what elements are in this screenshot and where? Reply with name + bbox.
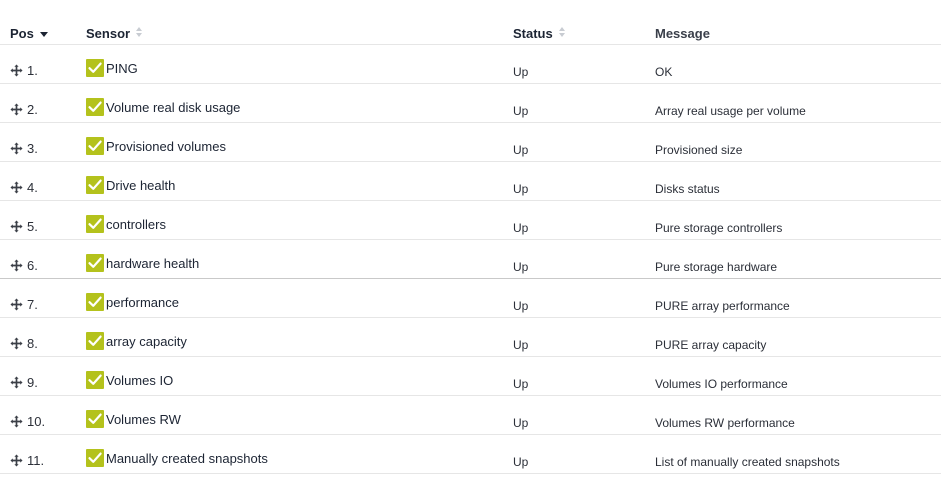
- table-row[interactable]: 11. Manually created snapshots Up List of m…: [0, 435, 941, 474]
- status-ok-check-icon: [86, 59, 104, 77]
- table-row[interactable]: 1. PING Up OK: [0, 45, 941, 84]
- row-position: 1.: [27, 63, 38, 78]
- sensor-name-link[interactable]: Drive health: [106, 178, 175, 193]
- sensor-name-link[interactable]: Volumes RW: [106, 412, 181, 427]
- sensor-message: OK: [655, 65, 673, 79]
- sensor-message: Array real usage per volume: [655, 104, 806, 118]
- sensor-message: Pure storage hardware: [655, 260, 778, 274]
- sensor-status: Up: [513, 143, 529, 157]
- sensor-name-link[interactable]: array capacity: [106, 334, 187, 349]
- drag-handle-icon[interactable]: [10, 415, 23, 428]
- sensor-table: Pos Sensor Status Message 1. PING Up OK 2. Vo…: [0, 0, 941, 474]
- table-row[interactable]: 4. Drive health Up Disks status: [0, 162, 941, 201]
- sensor-message: Pure storage controllers: [655, 221, 783, 235]
- sensor-name-link[interactable]: Manually created snapshots: [106, 451, 268, 466]
- drag-handle-icon[interactable]: [10, 259, 23, 272]
- drag-handle-icon[interactable]: [10, 454, 23, 467]
- drag-handle-icon[interactable]: [10, 181, 23, 194]
- status-ok-check-icon: [86, 449, 104, 467]
- table-row[interactable]: 2. Volume real disk usage Up Array real usa…: [0, 84, 941, 123]
- row-position: 7.: [27, 297, 38, 312]
- sensor-status: Up: [513, 221, 529, 235]
- drag-handle-icon[interactable]: [10, 376, 23, 389]
- sensor-message: PURE array capacity: [655, 338, 767, 352]
- sensor-status: Up: [513, 260, 529, 274]
- row-position: 8.: [27, 336, 38, 351]
- status-ok-check-icon: [86, 293, 104, 311]
- table-body: 1. PING Up OK 2. Volume real disk usage Up Arra…: [0, 45, 941, 474]
- drag-handle-icon[interactable]: [10, 142, 23, 155]
- drag-handle-icon[interactable]: [10, 64, 23, 77]
- table-row[interactable]: 9. Volumes IO Up Volumes IO performance: [0, 357, 941, 396]
- sensor-name-link[interactable]: Volume real disk usage: [106, 100, 240, 115]
- sort-icon: [558, 27, 565, 37]
- sensor-status: Up: [513, 377, 529, 391]
- sensor-status: Up: [513, 338, 529, 352]
- table-row[interactable]: 10. Volumes RW Up Volumes RW performance: [0, 396, 941, 435]
- status-ok-check-icon: [86, 254, 104, 272]
- sensor-message: PURE array performance: [655, 299, 790, 313]
- sensor-message: List of manually created snapshots: [655, 455, 840, 469]
- sensor-status: Up: [513, 65, 529, 79]
- table-row[interactable]: 3. Provisioned volumes Up Provisioned size: [0, 123, 941, 162]
- status-ok-check-icon: [86, 215, 104, 233]
- row-position: 9.: [27, 375, 38, 390]
- sensor-status: Up: [513, 455, 529, 469]
- drag-handle-icon[interactable]: [10, 298, 23, 311]
- column-header-label: Pos: [10, 26, 34, 41]
- column-header-label: Status: [513, 26, 553, 41]
- table-row[interactable]: 7. performance Up PURE array performance: [0, 279, 941, 318]
- sensor-name-link[interactable]: hardware health: [106, 256, 199, 271]
- column-header-pos[interactable]: Pos: [10, 26, 48, 41]
- status-ok-check-icon: [86, 410, 104, 428]
- sensor-status: Up: [513, 299, 529, 313]
- table-row[interactable]: 6. hardware health Up Pure storage hardware: [0, 240, 941, 279]
- status-ok-check-icon: [86, 371, 104, 389]
- table-header: Pos Sensor Status Message: [0, 0, 941, 45]
- sensor-name-link[interactable]: performance: [106, 295, 179, 310]
- row-position: 10.: [27, 414, 46, 429]
- sort-icon: [136, 27, 143, 37]
- status-ok-check-icon: [86, 98, 104, 116]
- sensor-message: Disks status: [655, 182, 720, 196]
- sensor-name-link[interactable]: PING: [106, 61, 138, 76]
- row-position: 3.: [27, 141, 38, 156]
- status-ok-check-icon: [86, 332, 104, 350]
- column-header-label: Message: [655, 26, 710, 41]
- drag-handle-icon[interactable]: [10, 337, 23, 350]
- sensor-message: Volumes IO performance: [655, 377, 788, 391]
- column-header-message: Message: [655, 26, 710, 41]
- row-position: 2.: [27, 102, 38, 117]
- sensor-message: Volumes RW performance: [655, 416, 795, 430]
- column-header-label: Sensor: [86, 26, 131, 41]
- row-position: 5.: [27, 219, 38, 234]
- sensor-name-link[interactable]: Provisioned volumes: [106, 139, 226, 154]
- row-position: 11.: [27, 453, 45, 468]
- status-ok-check-icon: [86, 137, 104, 155]
- row-position: 4.: [27, 180, 38, 195]
- sensor-name-link[interactable]: controllers: [106, 217, 166, 232]
- drag-handle-icon[interactable]: [10, 220, 23, 233]
- sensor-status: Up: [513, 182, 529, 196]
- drag-handle-icon[interactable]: [10, 103, 23, 116]
- status-ok-check-icon: [86, 176, 104, 194]
- column-header-sensor[interactable]: Sensor: [86, 26, 143, 41]
- column-header-status[interactable]: Status: [513, 26, 565, 41]
- table-row[interactable]: 8. array capacity Up PURE array capacity: [0, 318, 941, 357]
- sensor-status: Up: [513, 416, 529, 430]
- sensor-message: Provisioned size: [655, 143, 743, 157]
- sort-descending-icon: [39, 31, 48, 37]
- table-row[interactable]: 5. controllers Up Pure storage controllers: [0, 201, 941, 240]
- sensor-status: Up: [513, 104, 529, 118]
- row-position: 6.: [27, 258, 38, 273]
- sensor-name-link[interactable]: Volumes IO: [106, 373, 173, 388]
